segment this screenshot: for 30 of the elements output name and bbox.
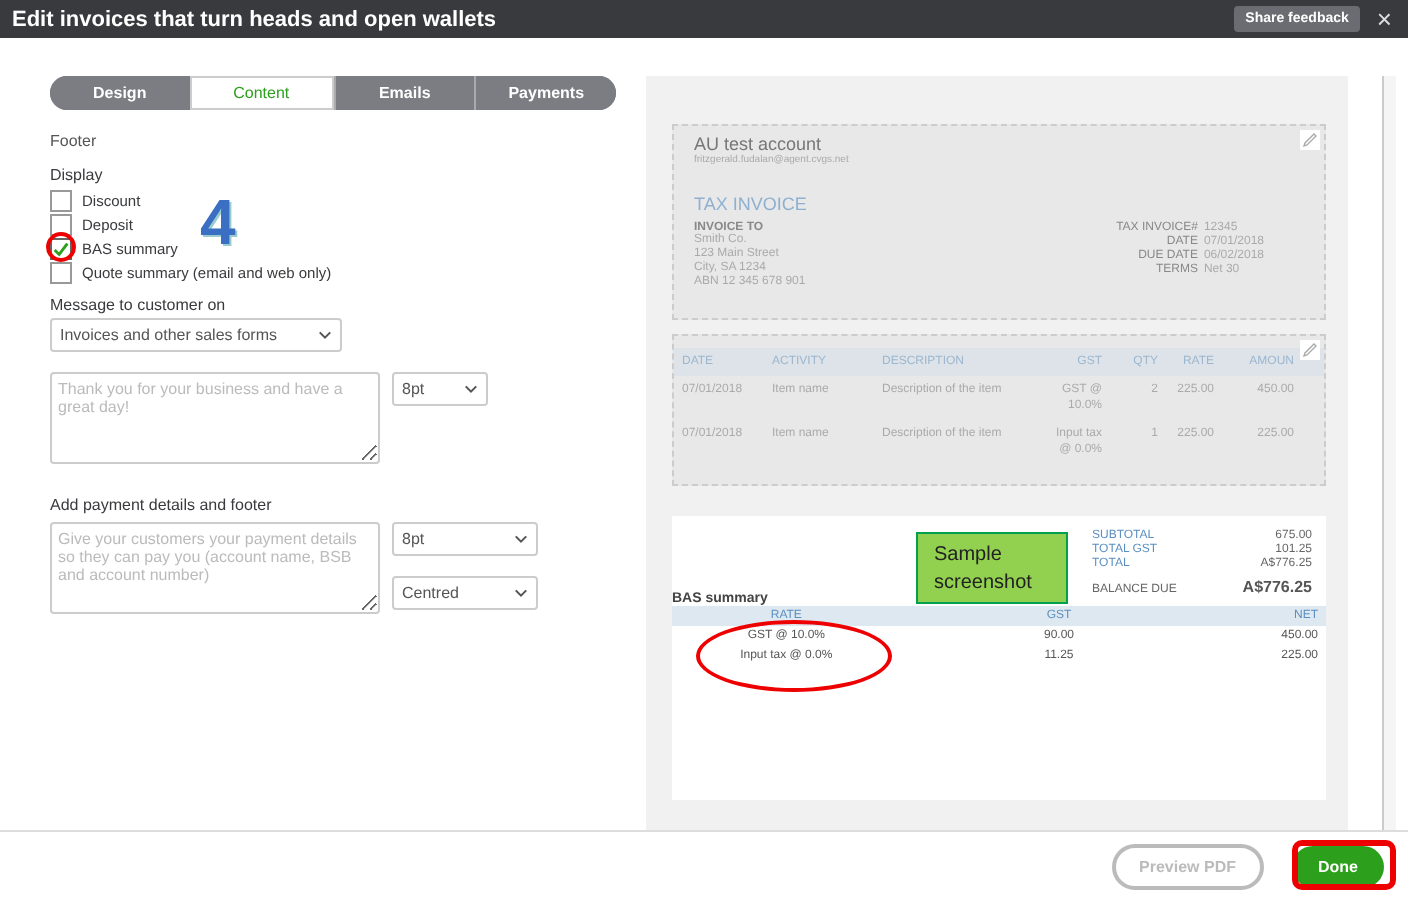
checkbox[interactable]	[50, 189, 72, 211]
pencil-icon[interactable]	[1300, 340, 1320, 360]
message-select[interactable]: Invoices and other sales forms	[50, 318, 342, 352]
scrollbar[interactable]	[1382, 76, 1396, 830]
chevron-down-icon	[318, 330, 332, 340]
sample-note: Sample screenshot	[916, 532, 1068, 604]
tab[interactable]: Content	[189, 76, 333, 110]
message-label: Message to customer on	[50, 296, 228, 314]
payment-field[interactable]: Give your customers your payment details so they can pay you (account name, BSB and account number)	[50, 522, 380, 614]
section-title: Footer	[50, 132, 99, 150]
step-number: 4	[200, 190, 236, 254]
company-name: AU test account	[694, 134, 824, 154]
alignment-select[interactable]: Centred	[392, 576, 538, 610]
payment-label: Add payment details and footer	[50, 496, 274, 514]
close-button[interactable]: ×	[1372, 6, 1396, 32]
document-title: TAX INVOICE	[694, 194, 809, 214]
chevron-down-icon	[514, 534, 528, 544]
balance-due-value: A$776.25	[1240, 580, 1312, 598]
tab[interactable]: Payments	[474, 76, 616, 110]
checkbox[interactable]	[50, 213, 72, 235]
window-title: Edit invoices that turn heads and open wallets	[12, 7, 499, 31]
font-size-select[interactable]: 8pt	[392, 522, 538, 556]
pencil-icon[interactable]	[1300, 130, 1320, 150]
chevron-down-icon	[464, 384, 478, 394]
message-field[interactable]: Thank you for your business and have a great day!	[50, 372, 380, 464]
chevron-down-icon	[514, 588, 528, 598]
font-size-select[interactable]: 8pt	[392, 372, 488, 406]
display-label: Display	[50, 166, 105, 184]
checkbox[interactable]	[50, 261, 72, 283]
highlight-circle	[46, 232, 76, 262]
